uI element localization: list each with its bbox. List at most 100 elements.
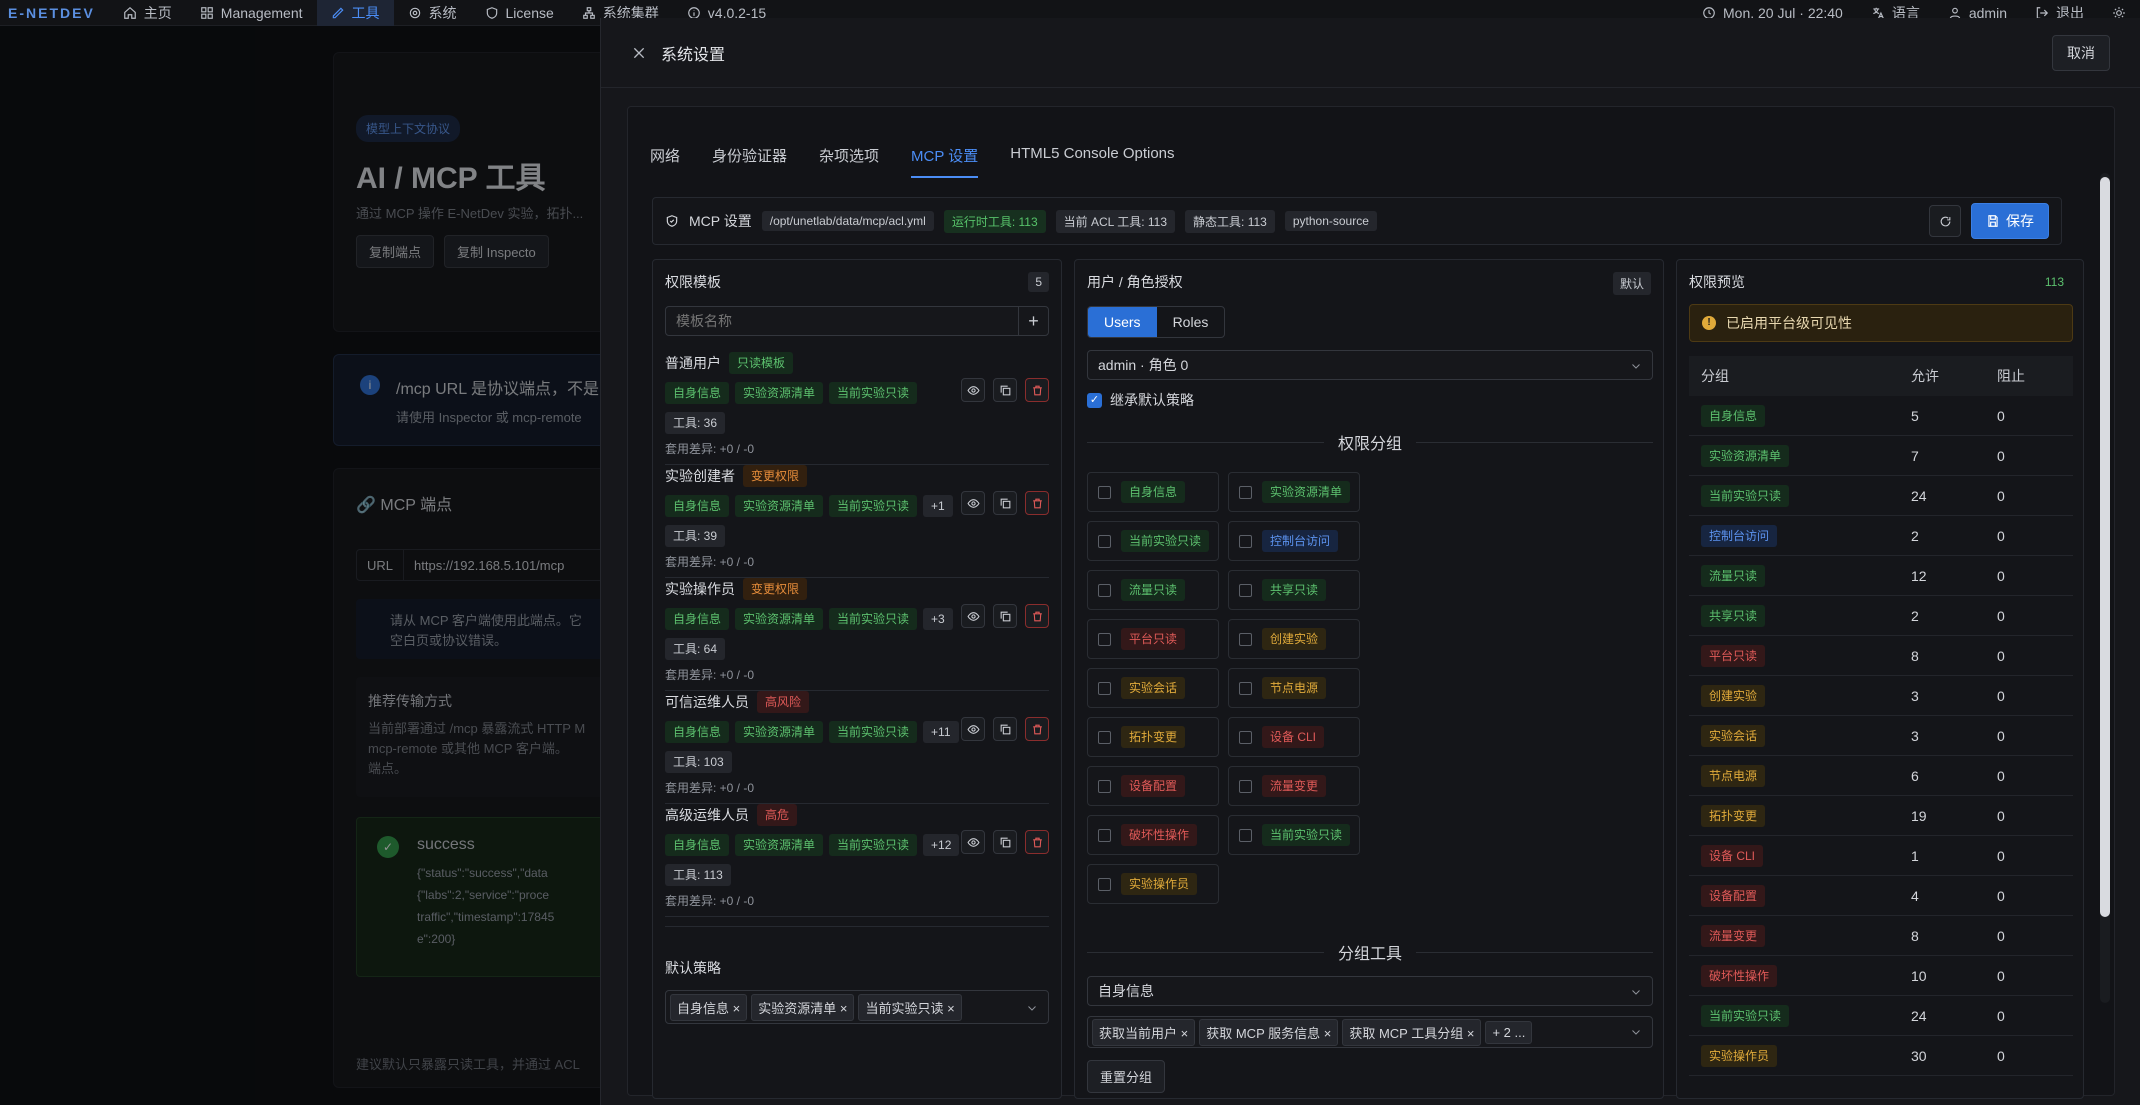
delete-template-button[interactable] xyxy=(1025,378,1049,402)
permission-group-checkbox[interactable]: 拓扑变更 xyxy=(1087,717,1219,757)
cancel-button[interactable]: 取消 xyxy=(2052,34,2110,71)
view-template-button[interactable] xyxy=(961,830,985,854)
permission-group-checkbox[interactable]: 节点电源 xyxy=(1228,668,1360,708)
delete-template-button[interactable] xyxy=(1025,717,1049,741)
permission-group-checkbox[interactable]: 设备 CLI xyxy=(1228,717,1360,757)
page-subtitle: 通过 MCP 操作 E-NetDev 实验，拓扑... xyxy=(356,206,584,221)
template-tag: 实验资源清单 xyxy=(735,608,824,630)
delete-template-button[interactable] xyxy=(1025,830,1049,854)
notice-body: 请使用 Inspector 或 mcp-remote xyxy=(396,410,582,425)
transport-title: 推荐传输方式 xyxy=(368,693,452,709)
template-tag: 当前实验只读 xyxy=(829,721,918,743)
template-tools-count: 工具: 36 xyxy=(665,412,726,434)
permission-group-checkbox[interactable]: 破坏性操作 xyxy=(1087,815,1219,855)
trash-icon xyxy=(1032,498,1042,508)
policy-chip[interactable]: 实验资源清单 × xyxy=(751,993,855,1021)
view-template-button[interactable] xyxy=(961,491,985,515)
tab-misc[interactable]: 杂项选项 xyxy=(819,145,879,178)
permission-group-checkbox[interactable]: 共享只读 xyxy=(1228,570,1360,610)
save-button[interactable]: 保存 xyxy=(1971,203,2049,239)
copy-template-button[interactable] xyxy=(993,378,1017,402)
tool-chip[interactable]: 获取当前用户 × xyxy=(1092,1018,1196,1046)
template-item[interactable]: 可信运维人员 高风险 自身信息 实验资源清单 当前实验只读 +11 工具: 103 套用… xyxy=(665,691,1049,804)
permission-group-checkbox[interactable]: 设备配置 xyxy=(1087,766,1219,806)
roles-toggle[interactable]: Roles xyxy=(1157,307,1225,337)
view-template-button[interactable] xyxy=(961,378,985,402)
permission-group-checkbox[interactable]: 实验资源清单 xyxy=(1228,472,1360,512)
copy-template-button[interactable] xyxy=(993,717,1017,741)
templates-count: 5 xyxy=(1028,272,1049,292)
tools-group-select[interactable]: 自身信息 xyxy=(1087,976,1653,1006)
tools-multiselect[interactable]: 获取当前用户 × 获取 MCP 服务信息 × 获取 MCP 工具分组 × + 2… xyxy=(1087,1016,1653,1048)
permission-group-checkbox[interactable]: 当前实验只读 xyxy=(1087,521,1219,561)
row-allow: 24 xyxy=(1911,487,1927,504)
checkbox-icon xyxy=(1239,485,1252,499)
preview-table: 分组 允许 阻止 自身信息 5 0 实验资源清单 7 0 当前实验只读 24 0 控制台访问 2 0 流… xyxy=(1689,356,2073,1076)
cluster-icon xyxy=(582,6,596,20)
delete-template-button[interactable] xyxy=(1025,491,1049,515)
template-item[interactable]: 高级运维人员 高危 自身信息 实验资源清单 当前实验只读 +12 工具: 113 套用差… xyxy=(665,804,1049,917)
row-block: 0 xyxy=(1997,487,2005,504)
table-row: 平台只读 8 0 xyxy=(1689,636,2073,676)
checkbox-icon xyxy=(1098,583,1111,597)
tab-html5-console[interactable]: HTML5 Console Options xyxy=(1010,145,1174,178)
eye-icon xyxy=(966,837,980,847)
permission-group-checkbox[interactable]: 实验会话 xyxy=(1087,668,1219,708)
template-item[interactable]: 实验创建者 变更权限 自身信息 实验资源清单 当前实验只读 +1 工具: 39 套用差异… xyxy=(665,465,1049,578)
scrollbar-thumb[interactable] xyxy=(2100,177,2110,917)
view-template-button[interactable] xyxy=(961,604,985,628)
policy-chip[interactable]: 自身信息 × xyxy=(670,993,748,1021)
tool-chip[interactable]: 获取 MCP 工具分组 × xyxy=(1342,1018,1482,1046)
permission-group-checkbox[interactable]: 流量只读 xyxy=(1087,570,1219,610)
permission-group-checkbox[interactable]: 自身信息 xyxy=(1087,472,1219,512)
permission-group-checkbox[interactable]: 控制台访问 xyxy=(1228,521,1360,561)
policy-chip[interactable]: 当前实验只读 × xyxy=(858,993,962,1021)
permission-group-checkbox[interactable]: 平台只读 xyxy=(1087,619,1219,659)
nav-item-management[interactable]: Management xyxy=(186,0,317,26)
template-name-input[interactable] xyxy=(666,307,1018,335)
copy-endpoint-button[interactable]: 复制端点 xyxy=(356,235,435,268)
row-allow: 10 xyxy=(1911,967,1927,984)
tab-network[interactable]: 网络 xyxy=(650,145,680,178)
chip-label: 自身信息 xyxy=(677,1000,730,1016)
inherit-default-checkbox[interactable]: ✓ 继承默认策略 xyxy=(1087,390,1194,410)
protocol-badge: 模型上下文协议 xyxy=(356,115,461,142)
copy-icon xyxy=(1000,837,1010,847)
user-select[interactable]: admin · 角色 0 xyxy=(1087,350,1653,380)
nav-item-license[interactable]: License xyxy=(471,0,568,26)
copy-inspector-button[interactable]: 复制 Inspecto xyxy=(444,235,549,268)
reset-group-button[interactable]: 重置分组 xyxy=(1087,1060,1166,1093)
copy-template-button[interactable] xyxy=(993,830,1017,854)
nav-item-tools[interactable]: 工具 xyxy=(316,0,394,26)
view-template-button[interactable] xyxy=(961,717,985,741)
nav-item-home[interactable]: 主页 xyxy=(109,0,186,26)
copy-template-button[interactable] xyxy=(993,491,1017,515)
delete-template-button[interactable] xyxy=(1025,604,1049,628)
url-field[interactable]: URL https://192.168.5.101/mcp xyxy=(356,549,616,581)
permission-group-checkbox[interactable]: 创建实验 xyxy=(1228,619,1360,659)
refresh-button[interactable] xyxy=(1929,205,1961,237)
mcp-endpoint-card: 🔗 MCP 端点 URL https://192.168.5.101/mcp 请… xyxy=(333,468,633,1088)
row-group: 实验操作员 xyxy=(1701,1044,1778,1067)
warning-icon: ! xyxy=(1702,316,1716,330)
tab-authenticator[interactable]: 身份验证器 xyxy=(712,145,787,178)
group-label: 流量变更 xyxy=(1262,775,1327,797)
nav-item-system[interactable]: 系统 xyxy=(394,0,471,26)
more-tools-chip[interactable]: + 2 ... xyxy=(1485,1020,1533,1044)
plus-icon: + xyxy=(1028,310,1039,331)
permission-group-checkbox[interactable]: 当前实验只读 xyxy=(1228,815,1360,855)
template-item[interactable]: 实验操作员 变更权限 自身信息 实验资源清单 当前实验只读 +3 工具: 64 套用差异… xyxy=(665,578,1049,691)
tool-chip[interactable]: 获取 MCP 服务信息 × xyxy=(1199,1018,1339,1046)
tab-mcp-settings[interactable]: MCP 设置 xyxy=(911,145,979,178)
users-toggle[interactable]: Users xyxy=(1088,307,1157,337)
scrollbar-track[interactable] xyxy=(2100,173,2110,1003)
checkbox-icon xyxy=(1098,485,1111,499)
close-icon[interactable] xyxy=(631,45,647,61)
permission-group-checkbox[interactable]: 流量变更 xyxy=(1228,766,1360,806)
brand-logo[interactable]: E-NETDEV xyxy=(0,5,109,21)
copy-template-button[interactable] xyxy=(993,604,1017,628)
template-item[interactable]: 普通用户 只读模板 自身信息 实验资源清单 当前实验只读 工具: 36 套用差异: +… xyxy=(665,352,1049,465)
default-policy-select[interactable]: 自身信息 × 实验资源清单 × 当前实验只读 × xyxy=(665,990,1049,1024)
permission-group-checkbox[interactable]: 实验操作员 xyxy=(1087,864,1219,904)
add-template-button[interactable]: + xyxy=(1018,307,1048,335)
